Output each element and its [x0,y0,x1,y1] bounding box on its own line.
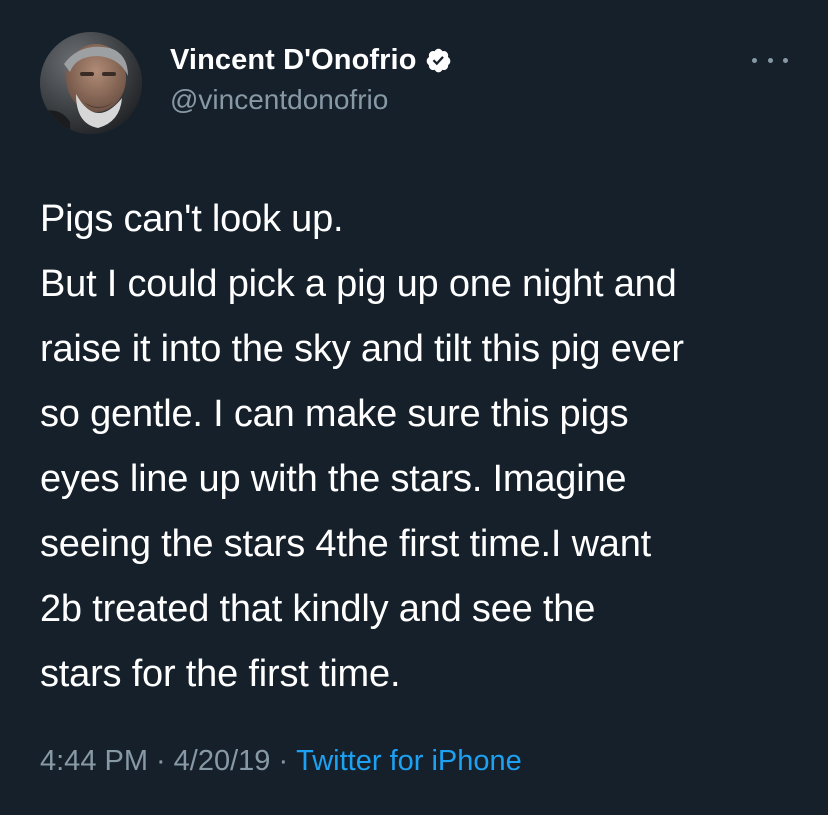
more-dot [767,57,773,63]
tweet-text-line: eyes line up with the stars. Imagine [40,458,627,500]
tweet-text-line: But I could pick a pig up one night and [40,263,677,305]
tweet-date[interactable]: 4/20/19 [174,745,271,778]
author-handle[interactable]: @vincentdonofrio [170,84,730,116]
tweet-metadata: 4:44 PM · 4/20/19 · Twitter for iPhone [40,745,522,778]
meta-separator: · [278,745,289,777]
tweet-text-line: Pigs can't look up. [40,198,344,240]
tweet-text-line: 2b treated that kindly and see the [40,588,596,630]
avatar-image [40,32,142,134]
tweet-card: Vincent D'Onofrio @vincentdonofrio Pigs … [0,0,828,815]
author-block: Vincent D'Onofrio @vincentdonofrio [170,42,730,116]
profile-avatar[interactable] [40,32,142,134]
more-options-icon[interactable] [752,50,788,70]
tweet-text-line: so gentle. I can make sure this pigs [40,393,629,435]
verified-badge-icon [425,47,452,74]
tweet-text-line: stars for the first time. [40,653,401,695]
tweet-source-link[interactable]: Twitter for iPhone [296,745,522,778]
tweet-text: Pigs can't look up. But I could pick a p… [40,187,800,707]
tweet-time[interactable]: 4:44 PM [40,745,148,778]
author-display-name[interactable]: Vincent D'Onofrio [170,44,417,77]
author-name-row: Vincent D'Onofrio [170,42,730,78]
more-dot [752,57,757,63]
meta-separator: · [156,745,166,777]
tweet-text-line: raise it into the sky and tilt this pig … [40,328,684,370]
tweet-text-line: seeing the stars 4the first time.I want [40,523,652,565]
more-dot [783,57,788,63]
